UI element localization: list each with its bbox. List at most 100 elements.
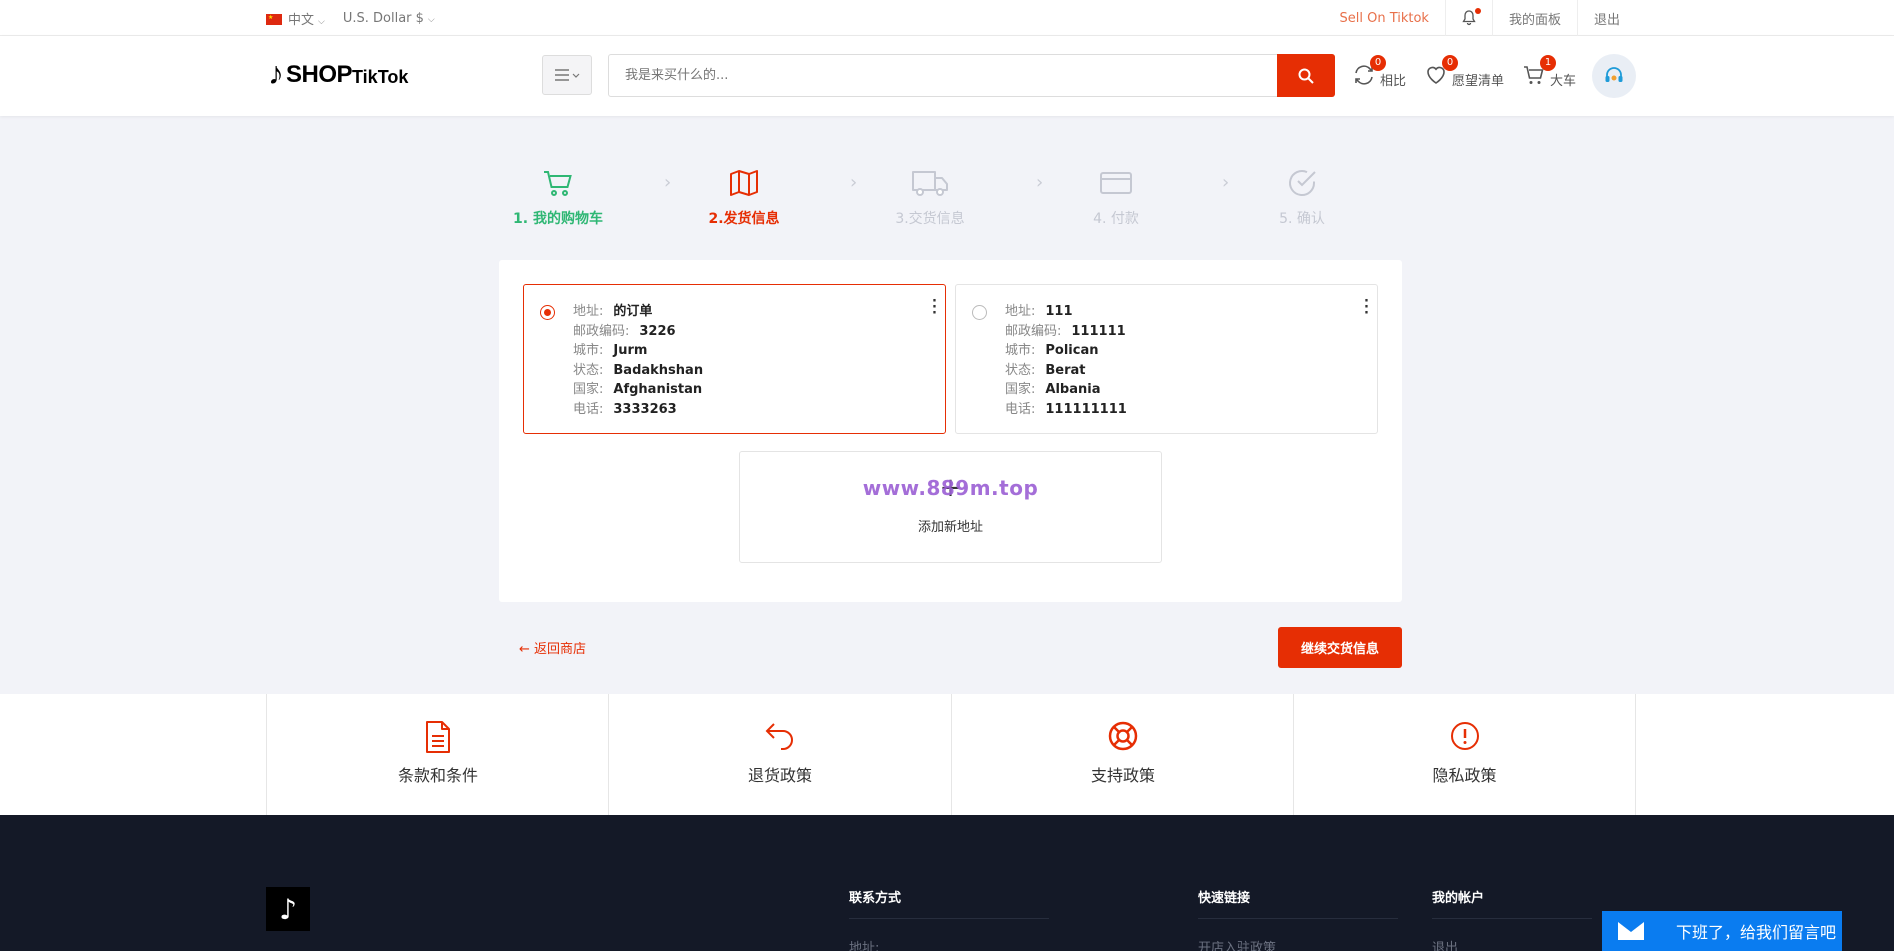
address-details: 地址: 的订单 邮政编码: 3226 城市: Jurm 状态: Badakhshan 国… bbox=[573, 302, 703, 420]
compare-label: 相比 bbox=[1380, 74, 1407, 89]
cart-icon bbox=[544, 171, 572, 196]
support-policy-link[interactable]: 支持政策 bbox=[951, 694, 1294, 815]
chevron-down-icon: ⌵ bbox=[427, 14, 435, 25]
logo-tiktok-text: TikTok bbox=[352, 67, 409, 87]
phone-label: 电话: bbox=[573, 401, 604, 417]
state-value: Badakhshan bbox=[613, 362, 704, 378]
city-value: Jurm bbox=[613, 343, 648, 359]
country-label: 国家: bbox=[1005, 382, 1036, 398]
address-radio[interactable] bbox=[540, 305, 555, 320]
check-circle-icon bbox=[1289, 170, 1316, 196]
footer-account-column: 我的帐户 退出 bbox=[1432, 887, 1592, 951]
address-label: 地址: bbox=[573, 304, 604, 319]
step-my-cart: 1. 我的购物车 bbox=[498, 166, 618, 228]
step-label: 3.交货信息 bbox=[895, 211, 965, 227]
address-radio[interactable] bbox=[972, 305, 987, 320]
address-option[interactable]: · · · 地址: 111 邮政编码: 111111 城市: Polican 状态: Ber… bbox=[955, 284, 1378, 434]
lifebuoy-icon bbox=[1108, 721, 1138, 751]
credit-card-icon bbox=[1100, 172, 1132, 194]
tiktok-note-icon: ♪ bbox=[279, 892, 297, 926]
step-label: 2.发货信息 bbox=[708, 211, 780, 227]
document-icon bbox=[426, 721, 450, 753]
step-payment: 4. 付款 bbox=[1056, 166, 1176, 228]
wishlist-count-badge: 0 bbox=[1442, 54, 1458, 71]
country-value: Afghanistan bbox=[613, 382, 703, 398]
search-input[interactable] bbox=[609, 55, 1249, 96]
chevron-right-icon: › bbox=[850, 172, 858, 193]
language-label: 中文 bbox=[288, 12, 315, 28]
postal-label: 邮政编码: bbox=[573, 323, 630, 339]
policy-links: 条款和条件 退货政策 支持政策 隐私政策 bbox=[0, 694, 1894, 815]
footer-heading: 快速链接 bbox=[1198, 887, 1398, 919]
customer-support-button[interactable] bbox=[1592, 54, 1636, 98]
city-label: 城市: bbox=[1005, 343, 1036, 359]
chevron-right-icon: › bbox=[664, 172, 672, 193]
add-new-address-button[interactable]: + www.889m.top 添加新地址 bbox=[739, 451, 1162, 563]
country-label: 国家: bbox=[573, 382, 604, 398]
top-bar: 中文⌵ U.S. Dollar $⌵ Sell On Tiktok 我的面板 退… bbox=[0, 0, 1894, 36]
chevron-right-icon: › bbox=[1222, 172, 1230, 193]
headset-icon bbox=[1605, 67, 1623, 82]
notification-dot bbox=[1474, 8, 1481, 14]
step-confirm: 5. 确认 bbox=[1242, 166, 1362, 228]
hamburger-icon bbox=[555, 69, 580, 81]
logout-link[interactable]: 退出 bbox=[1576, 0, 1636, 36]
search-bar bbox=[608, 54, 1335, 97]
notifications-button[interactable] bbox=[1444, 0, 1492, 36]
watermark-text: www.889m.top bbox=[862, 476, 1039, 500]
step-label: 4. 付款 bbox=[1093, 211, 1139, 227]
cart-count-badge: 1 bbox=[1540, 54, 1556, 71]
search-button[interactable] bbox=[1277, 54, 1335, 97]
add-address-label: 添加新地址 bbox=[917, 520, 983, 535]
chevron-down-icon: ⌵ bbox=[318, 16, 325, 27]
cart-button[interactable]: 1 大车 bbox=[1522, 54, 1577, 89]
policy-label: 退货政策 bbox=[747, 766, 812, 785]
footer-heading: 联系方式 bbox=[849, 887, 1049, 919]
wishlist-label: 愿望清单 bbox=[1452, 74, 1505, 89]
footer-link[interactable]: 开店入驻政策 bbox=[1198, 937, 1398, 951]
state-label: 状态: bbox=[573, 362, 604, 378]
truck-icon bbox=[912, 171, 948, 196]
chat-label: 下班了，给我们留言吧 bbox=[1676, 923, 1837, 942]
address-value: 111 bbox=[1045, 304, 1073, 319]
address-option[interactable]: · · · 地址: 的订单 邮政编码: 3226 城市: Jurm 状态: Badakhsh… bbox=[523, 284, 946, 434]
compare-button[interactable]: 0 相比 bbox=[1352, 54, 1407, 89]
alert-circle-icon bbox=[1450, 722, 1479, 750]
country-value: Albania bbox=[1045, 382, 1101, 398]
terms-link[interactable]: 条款和条件 bbox=[266, 694, 609, 815]
footer-item: 地址: bbox=[849, 941, 880, 951]
checkout-steps: 1. 我的购物车 › 2.发货信息 › 3.交货信息 › 4. 付款 › 5. … bbox=[498, 166, 1402, 230]
wishlist-button[interactable]: 0 愿望清单 bbox=[1424, 54, 1505, 89]
footer-contact-column: 联系方式 地址: bbox=[849, 887, 1049, 951]
privacy-policy-link[interactable]: 隐私政策 bbox=[1293, 694, 1636, 815]
more-options-icon[interactable]: · · · bbox=[1364, 295, 1369, 320]
return-policy-link[interactable]: 退货政策 bbox=[608, 694, 951, 815]
postal-value: 3226 bbox=[639, 323, 676, 339]
policy-label: 支持政策 bbox=[1090, 766, 1155, 785]
map-icon bbox=[730, 170, 758, 196]
tiktok-note-icon: ♪ bbox=[268, 55, 284, 91]
address-label: 地址: bbox=[1005, 304, 1036, 319]
footer-logo[interactable]: ♪ bbox=[266, 887, 310, 931]
postal-label: 邮政编码: bbox=[1005, 323, 1062, 339]
currency-selector[interactable]: U.S. Dollar $ ⌵ bbox=[343, 11, 435, 26]
footer-link[interactable]: 退出 bbox=[1432, 937, 1592, 951]
step-delivery-info: 3.交货信息 bbox=[870, 166, 990, 228]
step-label: 5. 确认 bbox=[1279, 211, 1325, 227]
envelope-icon bbox=[1618, 922, 1644, 940]
cart-label: 大车 bbox=[1550, 74, 1577, 89]
language-selector[interactable]: 中文⌵ bbox=[266, 9, 325, 28]
back-to-shop-link[interactable]: ← 返回商店 bbox=[519, 638, 586, 657]
category-menu-button[interactable] bbox=[542, 55, 592, 95]
leave-message-chat-button[interactable]: 下班了，给我们留言吧 bbox=[1602, 911, 1842, 951]
more-options-icon[interactable]: · · · bbox=[932, 295, 937, 320]
sell-on-tiktok-link[interactable]: Sell On Tiktok bbox=[1323, 0, 1444, 36]
policy-label: 隐私政策 bbox=[1432, 766, 1497, 785]
dashboard-link[interactable]: 我的面板 bbox=[1491, 0, 1577, 36]
site-logo[interactable]: ♪ SHOP TikTok bbox=[268, 55, 409, 91]
footer-links-column: 快速链接 开店入驻政策 bbox=[1198, 887, 1398, 951]
continue-delivery-button[interactable]: 继续交货信息 bbox=[1278, 627, 1402, 668]
phone-value: 3333263 bbox=[613, 401, 677, 417]
phone-value: 111111111 bbox=[1045, 401, 1127, 417]
logo-shop-text: SHOP bbox=[286, 61, 353, 88]
